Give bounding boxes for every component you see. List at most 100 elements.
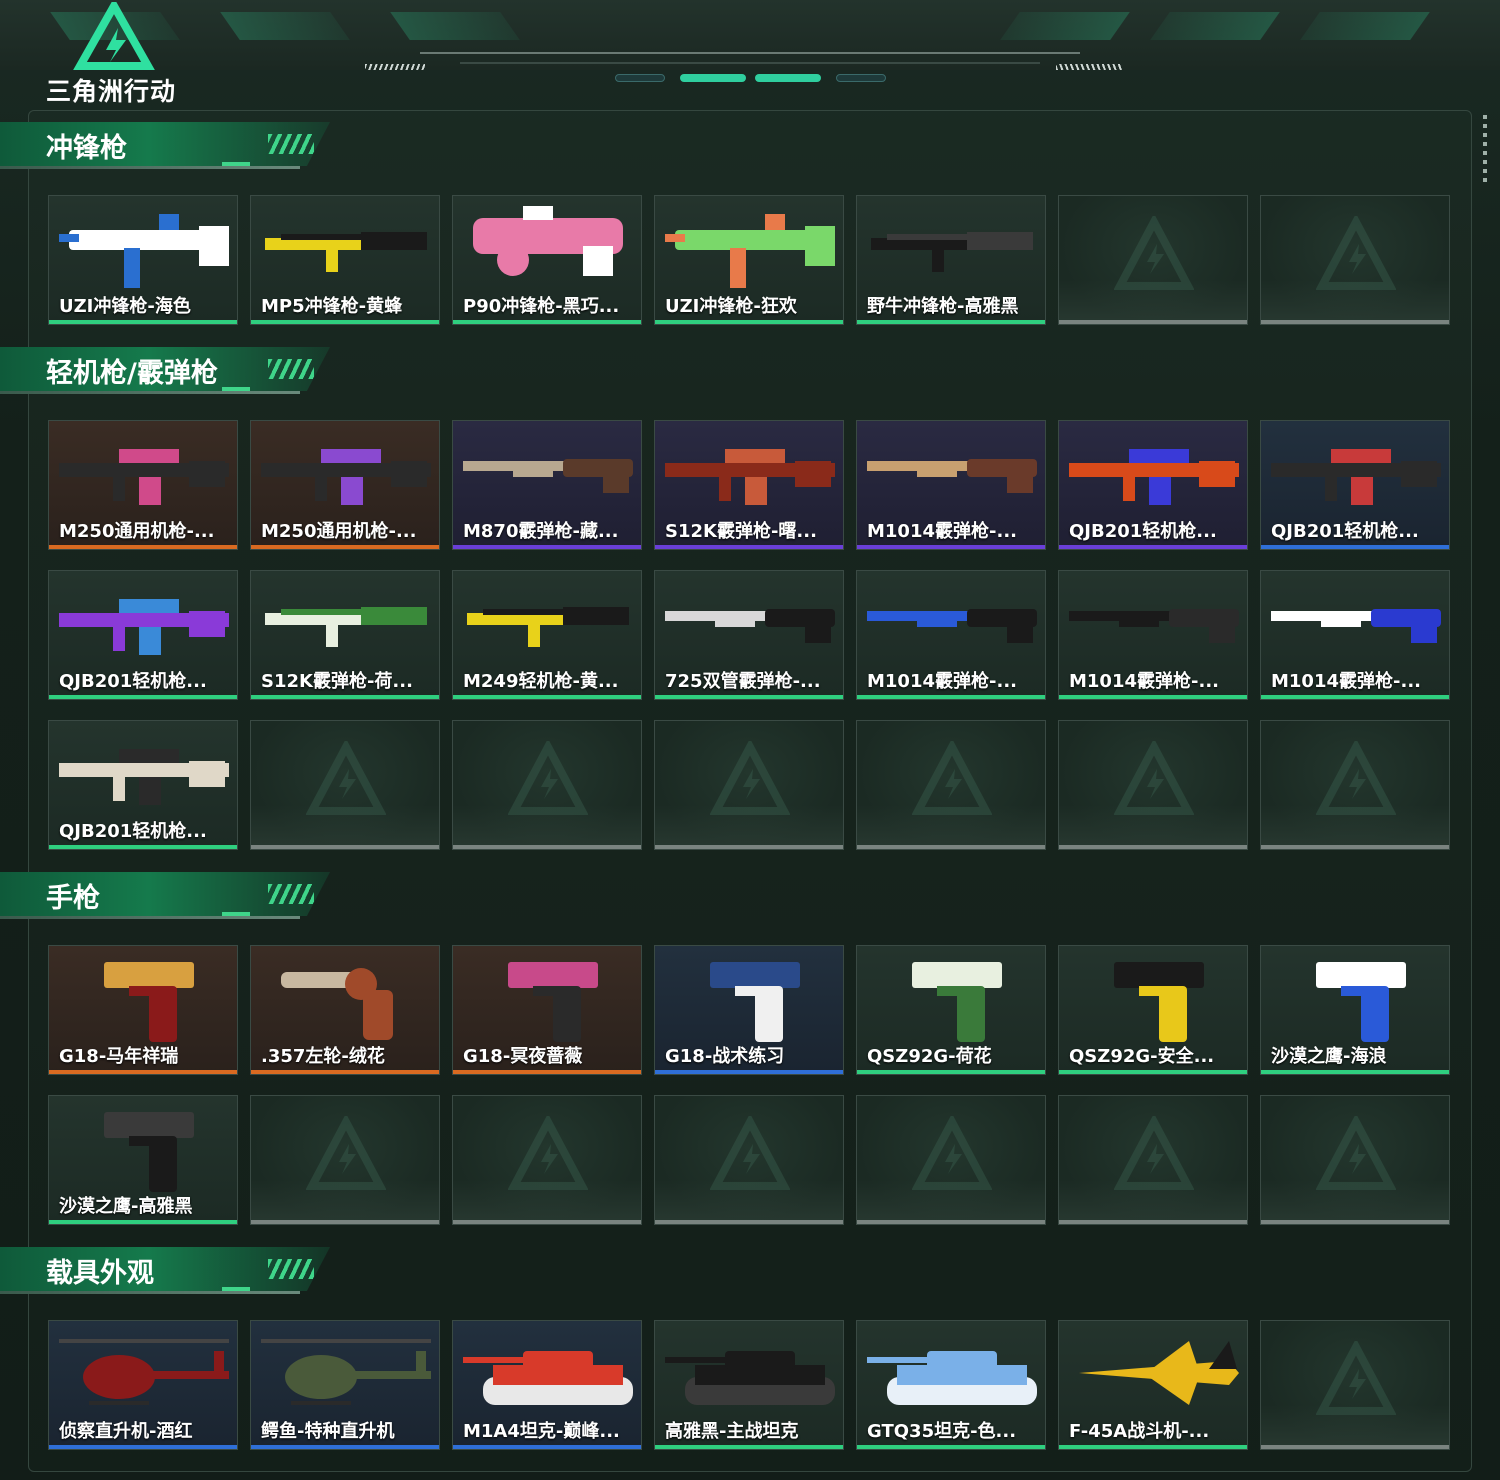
empty-item-slot: [654, 720, 844, 850]
item-card[interactable]: G18-冥夜蔷薇: [452, 945, 642, 1075]
item-card[interactable]: 鳄鱼-特种直升机: [250, 1320, 440, 1450]
shotgun-skin-image: [463, 459, 633, 493]
item-card[interactable]: 野牛冲锋枪-高雅黑: [856, 195, 1046, 325]
tank-skin-image: [665, 1351, 835, 1405]
item-card[interactable]: 高雅黑-主战坦克: [654, 1320, 844, 1450]
item-name: M250通用机枪-...: [59, 521, 215, 542]
lmg-skin-image: [1069, 449, 1239, 505]
rifle-skin-image: [467, 607, 629, 647]
placeholder-logo-icon: [1316, 1341, 1396, 1415]
logo-text: 三角洲行动: [46, 77, 177, 106]
item-card[interactable]: QJB201轻机枪...: [1058, 420, 1248, 550]
item-card[interactable]: QJB201轻机枪...: [1260, 420, 1450, 550]
item-card[interactable]: 沙漠之鹰-海浪: [1260, 945, 1450, 1075]
scrollbar[interactable]: [1483, 115, 1487, 183]
item-card[interactable]: S12K霰弹枪-荷...: [250, 570, 440, 700]
rarity-bar: [655, 1070, 843, 1074]
section-header-underline: [0, 166, 300, 169]
item-card[interactable]: M870霰弹枪-藏...: [452, 420, 642, 550]
rifle-skin-image: [265, 232, 427, 272]
item-name: 野牛冲锋枪-高雅黑: [867, 296, 1019, 317]
item-card[interactable]: G18-战术练习: [654, 945, 844, 1075]
shotgun-skin-image: [665, 609, 835, 643]
item-card[interactable]: 725双管霰弹枪-...: [654, 570, 844, 700]
item-card[interactable]: QJB201轻机枪...: [48, 570, 238, 700]
item-name: G18-冥夜蔷薇: [463, 1046, 583, 1067]
rarity-bar: [1261, 545, 1449, 549]
item-name: M250通用机枪-...: [261, 521, 417, 542]
item-name: 高雅黑-主战坦克: [665, 1421, 799, 1442]
item-card[interactable]: G18-马年祥瑞: [48, 945, 238, 1075]
item-card[interactable]: MP5冲锋枪-黄蜂: [250, 195, 440, 325]
header-stripe: [1150, 12, 1280, 40]
rarity-bar: [49, 1445, 237, 1449]
pistol-skin-image: [104, 962, 194, 1042]
shotgun-skin-image: [867, 459, 1037, 493]
item-card[interactable]: 沙漠之鹰-高雅黑: [48, 1095, 238, 1225]
pistol-skin-image: [1316, 962, 1406, 1042]
heli-skin-image: [59, 1339, 229, 1405]
shotgun-skin-image: [1271, 609, 1441, 643]
section-header-slashes: [268, 134, 314, 154]
item-card[interactable]: GTQ35坦克-色...: [856, 1320, 1046, 1450]
rarity-bar: [453, 1070, 641, 1074]
rarity-bar: [655, 1220, 843, 1224]
header-stripe: [1000, 12, 1130, 40]
section-header-tick: [222, 912, 250, 916]
rarity-bar: [655, 845, 843, 849]
placeholder-logo-icon: [912, 741, 992, 815]
rarity-bar: [1261, 1070, 1449, 1074]
rarity-bar: [251, 695, 439, 699]
rarity-bar: [857, 695, 1045, 699]
header-center-frame: [420, 52, 1080, 88]
empty-item-slot: [452, 1095, 642, 1225]
rarity-bar: [49, 1220, 237, 1224]
item-card[interactable]: .357左轮-绒花: [250, 945, 440, 1075]
item-card[interactable]: M250通用机枪-...: [250, 420, 440, 550]
item-name: S12K霰弹枪-荷...: [261, 671, 413, 692]
item-name: M1A4坦克-巅峰...: [463, 1421, 620, 1442]
placeholder-logo-icon: [508, 1116, 588, 1190]
item-card[interactable]: M1014霰弹枪-...: [1260, 570, 1450, 700]
item-card[interactable]: UZI冲锋枪-狂欢: [654, 195, 844, 325]
rarity-bar: [1261, 320, 1449, 324]
shotgun-skin-image: [867, 609, 1037, 643]
item-card[interactable]: F-45A战斗机-...: [1058, 1320, 1248, 1450]
rarity-bar: [857, 1445, 1045, 1449]
lmg-skin-image: [665, 449, 835, 505]
placeholder-logo-icon: [912, 1116, 992, 1190]
placeholder-logo-icon: [710, 741, 790, 815]
rarity-bar: [655, 545, 843, 549]
item-card[interactable]: QJB201轻机枪...: [48, 720, 238, 850]
section-title: 手枪: [46, 883, 100, 914]
placeholder-logo-icon: [1114, 741, 1194, 815]
item-card[interactable]: QSZ92G-荷花: [856, 945, 1046, 1075]
rarity-bar: [1261, 695, 1449, 699]
item-card[interactable]: M1014霰弹枪-...: [856, 570, 1046, 700]
item-card[interactable]: M1A4坦克-巅峰...: [452, 1320, 642, 1450]
jet-skin-image: [1079, 1341, 1239, 1405]
item-card[interactable]: M1014霰弹枪-...: [1058, 570, 1248, 700]
pistol-skin-image: [1114, 962, 1204, 1042]
item-card[interactable]: 侦察直升机-酒红: [48, 1320, 238, 1450]
section-header: 载具外观: [0, 1245, 330, 1301]
p90-skin-image: [473, 206, 623, 276]
section-header-slashes: [268, 884, 314, 904]
empty-item-slot: [654, 1095, 844, 1225]
revolver-skin-image: [281, 968, 393, 1040]
item-card[interactable]: P90冲锋枪-黑巧...: [452, 195, 642, 325]
item-card[interactable]: M249轻机枪-黄...: [452, 570, 642, 700]
header-hatch: [365, 64, 425, 70]
item-card[interactable]: S12K霰弹枪-曙...: [654, 420, 844, 550]
pistol-skin-image: [104, 1112, 194, 1192]
item-card[interactable]: UZI冲锋枪-海色: [48, 195, 238, 325]
rarity-bar: [1059, 1220, 1247, 1224]
rarity-bar: [1059, 545, 1247, 549]
item-card[interactable]: QSZ92G-安全...: [1058, 945, 1248, 1075]
header-hatch: [1056, 64, 1122, 70]
item-card[interactable]: M1014霰弹枪-...: [856, 420, 1046, 550]
empty-item-slot: [856, 720, 1046, 850]
top-bar: 三角洲行动: [0, 0, 1500, 110]
item-card[interactable]: M250通用机枪-...: [48, 420, 238, 550]
empty-item-slot: [1058, 720, 1248, 850]
